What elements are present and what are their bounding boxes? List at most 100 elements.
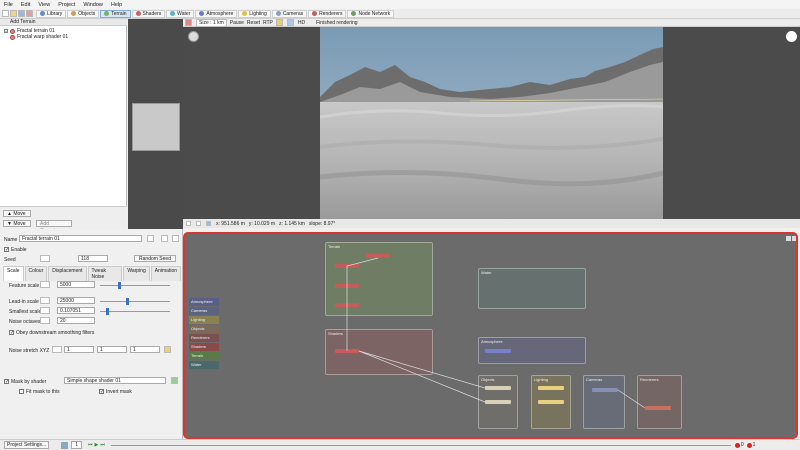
network-options-icon[interactable] bbox=[786, 236, 791, 241]
save-icon[interactable] bbox=[18, 10, 25, 17]
obey-smoothing-checkbox[interactable]: ✓ bbox=[9, 330, 14, 336]
smallest-scale-field[interactable]: 0.107051 bbox=[57, 307, 95, 314]
noise-octaves-field[interactable]: 20 bbox=[57, 317, 95, 324]
pan-icon[interactable] bbox=[206, 221, 211, 226]
cameras-icon bbox=[275, 11, 281, 16]
rewind-icon[interactable]: ⏮ bbox=[88, 442, 93, 448]
add-terrain-button[interactable]: Add Terrain bbox=[0, 19, 127, 26]
clouds-toggle-icon[interactable] bbox=[286, 19, 294, 26]
tab-animation[interactable]: Animation bbox=[150, 266, 181, 281]
tab-warping[interactable]: Warping bbox=[123, 266, 150, 281]
frame-field[interactable]: 1 bbox=[71, 441, 82, 449]
tab-shaders[interactable]: Shaders bbox=[131, 9, 166, 18]
timeline-slider[interactable] bbox=[110, 444, 731, 446]
smallest-scale-knob[interactable] bbox=[106, 308, 109, 315]
parameters-panel: Name Fractal terrain 01 ✓ Enable Seed 11… bbox=[0, 229, 183, 440]
tab-lighting[interactable]: Lighting bbox=[238, 9, 271, 18]
help-icon[interactable] bbox=[172, 235, 179, 242]
zoom-icon[interactable] bbox=[196, 221, 201, 226]
network-close-icon[interactable] bbox=[792, 236, 796, 241]
tab-node-network[interactable]: Node Network bbox=[347, 9, 395, 18]
menu-help[interactable]: Help bbox=[110, 2, 123, 8]
enable-checkbox[interactable]: ✓ bbox=[4, 247, 9, 253]
feature-scale-slider[interactable] bbox=[100, 282, 170, 289]
rtp-button[interactable]: RTP bbox=[263, 20, 273, 26]
feature-scale-field[interactable]: 5000 bbox=[57, 281, 95, 288]
tab-objects[interactable]: Objects bbox=[67, 9, 100, 18]
render-preview-icon[interactable] bbox=[185, 19, 192, 26]
project-settings-button[interactable]: Project Settings... bbox=[4, 441, 50, 449]
feature-scale-function-icon[interactable] bbox=[40, 281, 50, 288]
tab-library[interactable]: Library bbox=[36, 9, 67, 18]
name-field[interactable]: Fractal terrain 01 bbox=[19, 235, 142, 242]
copy-icon[interactable] bbox=[161, 235, 168, 242]
hd-button[interactable]: HD bbox=[298, 20, 305, 26]
open-file-icon[interactable] bbox=[10, 10, 17, 17]
invert-mask-label: Invert mask bbox=[106, 389, 132, 395]
menu-view[interactable]: View bbox=[37, 2, 51, 8]
noise-octaves-function-icon[interactable] bbox=[40, 317, 50, 324]
viewport-status-bar: x: 951.586 m y: 10.029 m z: 1.145 km slo… bbox=[183, 219, 800, 228]
renderers-icon bbox=[312, 11, 318, 16]
node-options-icon[interactable] bbox=[147, 235, 154, 242]
tab-scale[interactable]: Scale bbox=[3, 266, 24, 281]
settings-gear-icon[interactable] bbox=[786, 31, 797, 42]
add-operator-button[interactable]: Add Operator bbox=[36, 220, 72, 234]
stretch-y-field[interactable]: 1 bbox=[97, 346, 127, 353]
seed-function-icon[interactable] bbox=[40, 255, 50, 262]
lead-in-function-icon[interactable] bbox=[40, 297, 50, 304]
slope-readout: slope: 8.97° bbox=[308, 220, 336, 227]
move-down-button[interactable]: ▼ Move bbox=[3, 220, 31, 227]
random-seed-button[interactable]: Random Seed bbox=[134, 255, 176, 262]
tab-cameras[interactable]: Cameras bbox=[271, 9, 308, 18]
feature-scale-knob[interactable] bbox=[118, 282, 121, 289]
menu-edit[interactable]: Edit bbox=[20, 2, 31, 8]
new-file-icon[interactable] bbox=[2, 10, 9, 17]
expand-icon[interactable]: + bbox=[4, 29, 8, 33]
lighting-toggle-icon[interactable] bbox=[275, 19, 283, 26]
smallest-scale-function-icon[interactable] bbox=[40, 307, 50, 314]
vector-options-icon[interactable] bbox=[164, 346, 171, 353]
node-network-icon bbox=[351, 11, 357, 16]
warning-icon[interactable] bbox=[746, 442, 752, 448]
mask-shader-field[interactable]: Simple shape shader 01 bbox=[64, 377, 166, 384]
error-count: 0 bbox=[740, 442, 744, 448]
stretch-x-field[interactable]: 1 bbox=[64, 346, 94, 353]
pause-button[interactable]: Pause bbox=[230, 20, 244, 26]
terrain-list-panel: Add Terrain + Fractal terrain 01 Fractal… bbox=[0, 19, 127, 234]
move-up-button[interactable]: ▲ Move bbox=[3, 210, 31, 217]
lead-in-field[interactable]: 25000 bbox=[57, 297, 95, 304]
error-icon[interactable] bbox=[734, 442, 740, 448]
noise-stretch-label: Noise stretch XYZ bbox=[9, 348, 50, 354]
play-icon[interactable]: ▶ bbox=[94, 442, 98, 448]
tab-renderers[interactable]: Renderers bbox=[308, 9, 347, 18]
menu-window[interactable]: Window bbox=[82, 2, 104, 8]
view-size-dropdown[interactable]: Size : 1 km bbox=[196, 18, 227, 27]
tab-colour[interactable]: Colour bbox=[24, 266, 48, 281]
seed-field[interactable]: 118 bbox=[78, 255, 108, 262]
tab-atmosphere[interactable]: Atmosphere bbox=[195, 9, 238, 18]
node-network-panel[interactable]: Atmosphere Cameras Lighting Objects Rend… bbox=[183, 232, 798, 439]
render-icon[interactable] bbox=[26, 10, 33, 17]
tab-displacement[interactable]: Displacement bbox=[48, 266, 87, 281]
add-mask-icon[interactable] bbox=[171, 377, 178, 384]
navigation-icon[interactable] bbox=[186, 221, 191, 226]
tree-item-fractal-warp-shader[interactable]: Fractal warp shader 01 bbox=[10, 34, 68, 40]
tab-terrain[interactable]: Terrain bbox=[100, 9, 131, 18]
fit-mask-checkbox[interactable] bbox=[19, 389, 24, 394]
noise-stretch-function-icon[interactable] bbox=[52, 346, 62, 353]
menu-file[interactable]: File bbox=[3, 2, 14, 8]
menu-project[interactable]: Project bbox=[57, 2, 76, 8]
compass-icon[interactable] bbox=[188, 31, 199, 42]
lead-in-knob[interactable] bbox=[126, 298, 129, 305]
forward-icon[interactable]: ⏭ bbox=[100, 442, 105, 448]
invert-mask-checkbox[interactable]: ✓ bbox=[99, 389, 104, 395]
tab-water[interactable]: Water bbox=[166, 9, 195, 18]
reset-button[interactable]: Reset bbox=[247, 20, 260, 26]
mask-by-shader-checkbox[interactable]: ✓ bbox=[4, 379, 9, 385]
tab-tweak-noise[interactable]: Tweak Noise bbox=[87, 266, 123, 281]
lead-in-slider[interactable] bbox=[100, 298, 170, 305]
stretch-z-field[interactable]: 1 bbox=[130, 346, 160, 353]
keyframe-icon[interactable] bbox=[61, 441, 69, 449]
smallest-scale-slider[interactable] bbox=[100, 308, 170, 315]
